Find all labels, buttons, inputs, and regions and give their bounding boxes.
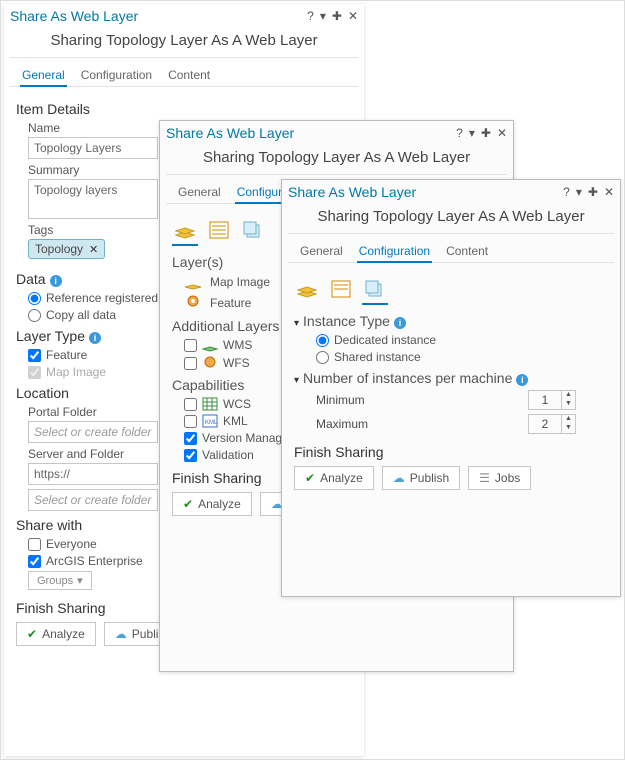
wcs-icon (202, 397, 218, 411)
min-spinner[interactable]: 1▲▼ (528, 390, 576, 410)
down-arrow-icon[interactable]: ▼ (562, 400, 575, 409)
tab-bar: General Configuration Content (288, 234, 614, 263)
titlebar: Share As Web Layer ? ▾ ✚ ✕ (4, 4, 364, 28)
window-title: Share As Web Layer (288, 184, 563, 200)
check-icon: ✔ (27, 627, 37, 641)
tab-content[interactable]: Content (444, 240, 490, 262)
name-input[interactable]: Topology Layers (28, 137, 158, 159)
panel-subtitle: Sharing Topology Layer As A Web Layer (288, 204, 614, 234)
close-icon[interactable]: ✕ (604, 185, 614, 199)
wfs-icon (202, 355, 218, 371)
panel-subtitle: Sharing Topology Layer As A Web Layer (10, 28, 358, 58)
window-controls: ? ▾ ✚ ✕ (307, 9, 358, 23)
config-maplayer-icon[interactable] (172, 218, 198, 242)
kml-icon: KML (202, 414, 218, 428)
config-pooling-content: Instance Typei Dedicated instance Shared… (282, 263, 620, 498)
tab-general[interactable]: General (20, 64, 67, 86)
chevron-down-icon: ▾ (77, 574, 83, 587)
check-icon: ✔ (183, 497, 193, 511)
mapimage-icon (184, 274, 202, 290)
config-pooling-icon[interactable] (240, 218, 266, 242)
titlebar: Share As Web Layer ? ▾ ✚ ✕ (282, 180, 620, 204)
max-spinner[interactable]: 2▲▼ (528, 414, 576, 434)
cloud-icon: ☁ (115, 627, 127, 641)
config-form-icon[interactable] (206, 218, 232, 242)
window-title: Share As Web Layer (10, 8, 307, 24)
help-icon[interactable]: ? (456, 126, 463, 140)
tab-configuration[interactable]: Configuration (357, 240, 432, 262)
min-label: Minimum (316, 393, 365, 407)
server-folder-input[interactable]: Select or create folder (28, 489, 158, 511)
portal-folder-input[interactable]: Select or create folder (28, 421, 158, 443)
analyze-button[interactable]: ✔Analyze (172, 492, 252, 516)
tag-remove-icon[interactable]: ✕ (89, 243, 98, 256)
window-controls: ? ▾ ✚ ✕ (456, 126, 507, 140)
info-icon[interactable]: i (516, 374, 528, 386)
max-instances-row: Maximum 2▲▼ (316, 414, 576, 434)
down-arrow-icon[interactable]: ▼ (562, 424, 575, 433)
pin-icon[interactable]: ✚ (332, 9, 342, 23)
info-icon[interactable]: i (394, 317, 406, 329)
info-icon[interactable]: i (89, 332, 101, 344)
wms-icon (202, 338, 218, 352)
radio-shared[interactable]: Shared instance (316, 350, 608, 364)
help-icon[interactable]: ? (563, 185, 570, 199)
cloud-icon: ☁ (393, 471, 405, 485)
tab-general[interactable]: General (176, 181, 223, 203)
instance-type-heading[interactable]: Instance Typei (294, 313, 608, 329)
tag-chip[interactable]: Topology ✕ (28, 239, 105, 259)
info-icon[interactable]: i (50, 275, 62, 287)
pin-icon[interactable]: ✚ (588, 185, 598, 199)
min-instances-row: Minimum 1▲▼ (316, 390, 576, 410)
window-title: Share As Web Layer (166, 125, 456, 141)
server-url-input[interactable]: https:// (28, 463, 158, 485)
groups-dropdown[interactable]: Groups▾ (28, 571, 92, 590)
list-icon: ☰ (479, 471, 490, 485)
tab-content[interactable]: Content (166, 64, 212, 86)
item-details-heading: Item Details (16, 101, 352, 117)
svg-text:KML: KML (205, 420, 218, 426)
tag-label: Topology (35, 242, 83, 256)
num-instances-heading[interactable]: Number of instances per machinei (294, 370, 608, 386)
finish-buttons: ✔Analyze ☁Publish ☰Jobs (294, 466, 608, 490)
feature-icon (184, 294, 202, 312)
analyze-button[interactable]: ✔Analyze (16, 622, 96, 646)
up-arrow-icon[interactable]: ▲ (562, 415, 575, 424)
config-icon-tabs (294, 271, 608, 307)
close-icon[interactable]: ✕ (348, 9, 358, 23)
dropdown-icon[interactable]: ▾ (469, 126, 475, 140)
summary-input[interactable]: Topology layers (28, 179, 158, 219)
jobs-button[interactable]: ☰Jobs (468, 466, 531, 490)
analyze-button[interactable]: ✔Analyze (294, 466, 374, 490)
share-panel-config-pooling: Share As Web Layer ? ▾ ✚ ✕ Sharing Topol… (281, 179, 621, 597)
window-controls: ? ▾ ✚ ✕ (563, 185, 614, 199)
up-arrow-icon[interactable]: ▲ (562, 391, 575, 400)
radio-dedicated[interactable]: Dedicated instance (316, 333, 608, 347)
pin-icon[interactable]: ✚ (481, 126, 491, 140)
max-label: Maximum (316, 417, 368, 431)
check-icon: ✔ (305, 471, 315, 485)
close-icon[interactable]: ✕ (497, 126, 507, 140)
publish-button[interactable]: ☁Publish (382, 466, 460, 490)
config-pooling-icon[interactable] (362, 277, 388, 301)
dropdown-icon[interactable]: ▾ (576, 185, 582, 199)
panel-subtitle: Sharing Topology Layer As A Web Layer (166, 145, 507, 175)
finish-heading: Finish Sharing (294, 444, 608, 460)
tab-bar: General Configuration Content (10, 58, 358, 87)
tab-general[interactable]: General (298, 240, 345, 262)
config-form-icon[interactable] (328, 277, 354, 301)
tab-configuration[interactable]: Configuration (79, 64, 154, 86)
titlebar: Share As Web Layer ? ▾ ✚ ✕ (160, 121, 513, 145)
help-icon[interactable]: ? (307, 9, 314, 23)
config-maplayer-icon[interactable] (294, 277, 320, 301)
dropdown-icon[interactable]: ▾ (320, 9, 326, 23)
